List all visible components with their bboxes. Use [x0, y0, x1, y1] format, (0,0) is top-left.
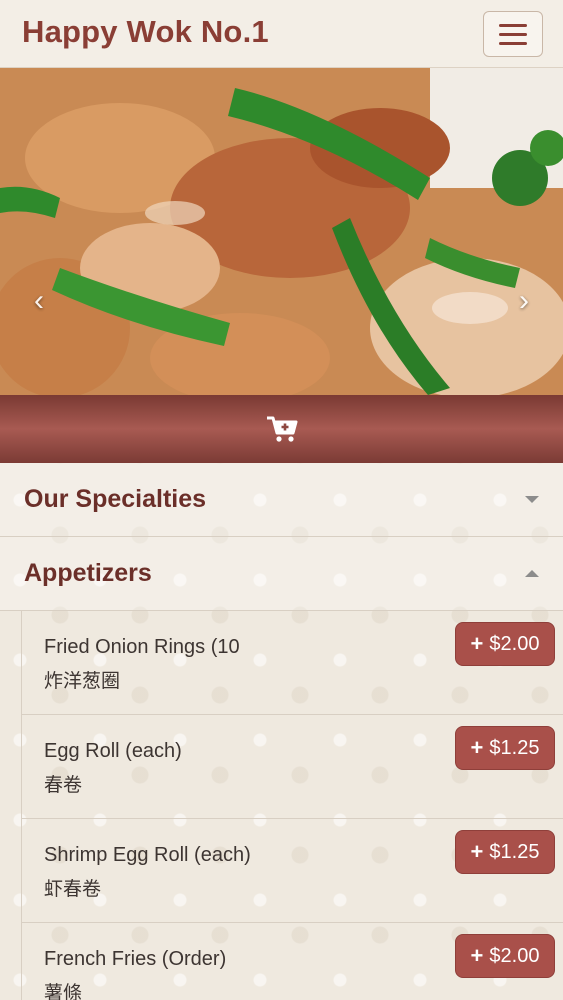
plus-icon: +	[470, 943, 484, 968]
price-label: $2.00	[489, 632, 540, 655]
add-to-cart-button[interactable]: + $2.00	[455, 622, 555, 666]
price-label: $2.00	[489, 944, 540, 967]
add-to-cart-button[interactable]: + $1.25	[455, 726, 555, 770]
price-label: $1.25	[489, 736, 540, 759]
list-item: Egg Roll (each) 春卷 + $1.25	[22, 715, 563, 819]
section-our-specialties[interactable]: Our Specialties	[0, 463, 563, 537]
add-to-cart-button[interactable]: + $1.25	[455, 830, 555, 874]
item-name-chinese: 薯條	[44, 982, 83, 1000]
food-photo	[0, 68, 563, 395]
cart-plus-icon	[266, 416, 297, 442]
section-title: Our Specialties	[24, 485, 207, 513]
brand-title[interactable]: Happy Wok No.1	[22, 14, 269, 50]
plus-icon: +	[470, 631, 484, 656]
price-label: $1.25	[489, 840, 540, 863]
menu-line	[499, 41, 527, 45]
item-name: French Fries (Order)	[44, 948, 227, 970]
add-to-cart-button[interactable]: + $2.00	[455, 934, 555, 978]
plus-icon: +	[470, 735, 484, 760]
menu-line	[499, 32, 527, 36]
chevron-right-icon[interactable]: ›	[509, 284, 539, 318]
section-appetizers[interactable]: Appetizers	[0, 537, 563, 611]
caret-down-icon	[525, 496, 539, 503]
list-item: Fried Onion Rings (10 炸洋葱圈 + $2.00	[22, 611, 563, 715]
cart-bar[interactable]	[0, 395, 563, 463]
hamburger-menu-icon[interactable]	[483, 11, 543, 57]
plus-icon: +	[470, 839, 484, 864]
menu-line	[499, 23, 527, 27]
item-name: Fried Onion Rings (10	[44, 636, 240, 658]
list-item: Shrimp Egg Roll (each) 虾春卷 + $1.25	[22, 819, 563, 923]
item-name-chinese: 炸洋葱圈	[44, 670, 121, 692]
caret-up-icon	[525, 570, 539, 577]
item-name: Egg Roll (each)	[44, 740, 182, 762]
list-item: French Fries (Order) 薯條 + $2.00	[22, 923, 563, 1000]
appetizer-list: Fried Onion Rings (10 炸洋葱圈 + $2.00 Egg R…	[21, 611, 563, 1000]
item-name-chinese: 春卷	[44, 774, 83, 796]
item-name-chinese: 虾春卷	[44, 878, 102, 900]
hero-carousel[interactable]: ‹ ›	[0, 68, 563, 395]
chevron-left-icon[interactable]: ‹	[24, 284, 54, 318]
section-title: Appetizers	[24, 559, 152, 587]
item-name: Shrimp Egg Roll (each)	[44, 844, 251, 866]
header: Happy Wok No.1	[0, 0, 563, 68]
